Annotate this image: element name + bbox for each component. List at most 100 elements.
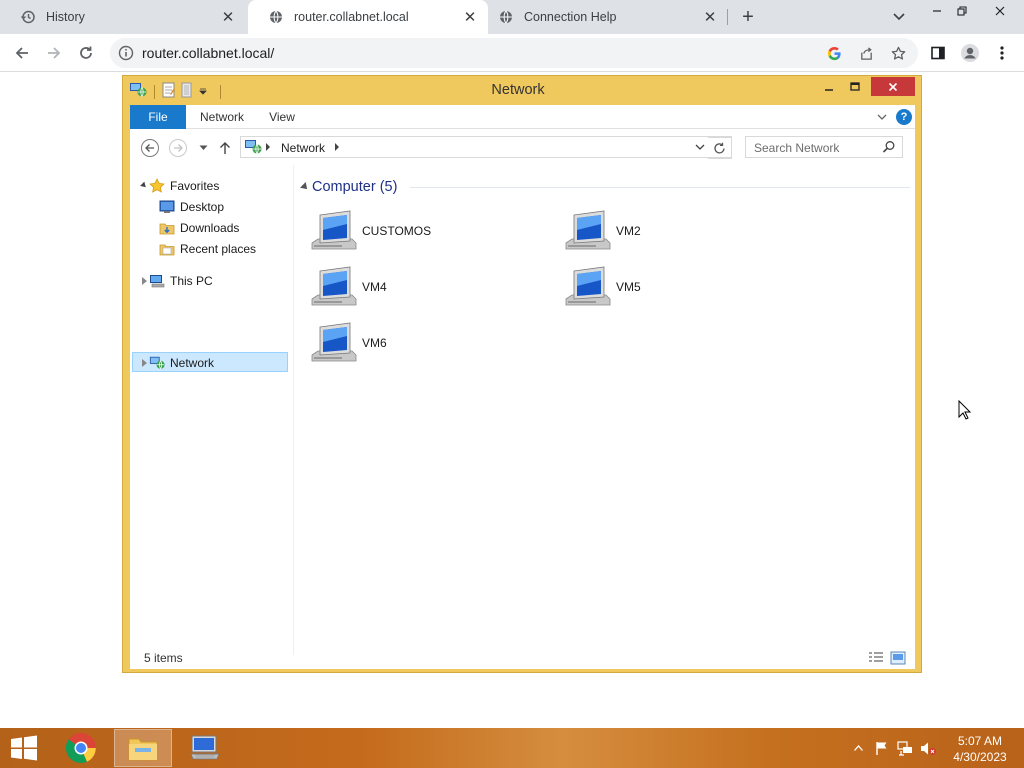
breadcrumb-arrow-icon[interactable] <box>266 143 270 151</box>
system-clock[interactable]: 5:07 AM 4/30/2023 <box>944 733 1016 765</box>
breadcrumb[interactable]: Network <box>281 141 325 155</box>
collapse-group-icon[interactable] <box>300 182 310 192</box>
explorer-search-box[interactable]: Search Network <box>745 136 903 158</box>
computer-icon <box>149 273 165 289</box>
explorer-minimize-button[interactable] <box>819 77 839 97</box>
ribbon-tab-file[interactable]: File <box>130 105 186 129</box>
action-center-flag-icon[interactable] <box>874 740 890 756</box>
clock-time: 5:07 AM <box>957 734 1003 748</box>
tab-search-button[interactable] <box>889 7 909 27</box>
taskbar-file-explorer[interactable] <box>114 729 172 767</box>
explorer-forward-button[interactable] <box>167 137 189 159</box>
tab-history[interactable]: History ✕ <box>0 0 246 34</box>
explorer-title-bar[interactable]: Network <box>123 76 921 104</box>
address-dropdown-icon[interactable] <box>693 140 707 154</box>
side-panel-icon[interactable] <box>926 41 950 65</box>
explorer-maximize-button[interactable] <box>845 77 865 97</box>
group-header[interactable]: Computer (5) <box>312 177 397 197</box>
explorer-address-bar[interactable]: Network <box>240 136 732 158</box>
bookmark-star-icon[interactable] <box>890 45 906 61</box>
show-hidden-icons-icon[interactable] <box>850 740 866 756</box>
tab-close-icon[interactable]: ✕ <box>220 9 236 26</box>
expand-ribbon-icon[interactable] <box>874 109 890 125</box>
expand-arrow-icon[interactable] <box>142 359 147 367</box>
computer-item-vm5[interactable]: VM5 <box>564 264 641 310</box>
address-bar[interactable]: router.collabnet.local/ <box>110 38 918 68</box>
item-count: 5 items <box>144 651 183 665</box>
search-icon[interactable] <box>882 140 896 154</box>
nav-label: Network <box>170 356 215 370</box>
nav-item-favorites[interactable]: Favorites <box>149 176 219 196</box>
explorer-back-button[interactable] <box>139 137 161 159</box>
restore-button[interactable] <box>946 0 978 22</box>
window-title: Network <box>491 82 545 98</box>
share-icon[interactable] <box>858 45 874 61</box>
recent-locations-icon[interactable] <box>192 137 214 159</box>
computer-name: VM4 <box>362 280 387 294</box>
google-icon[interactable] <box>826 45 842 61</box>
expand-arrow-icon[interactable] <box>142 277 147 285</box>
refresh-button[interactable] <box>708 137 732 159</box>
browser-toolbar: router.collabnet.local/ <box>0 34 1024 72</box>
tab-title: router.collabnet.local <box>294 10 409 24</box>
computer-name: VM2 <box>616 224 641 238</box>
volume-muted-icon[interactable] <box>920 740 936 756</box>
details-view-icon[interactable] <box>868 650 884 666</box>
taskbar-chrome[interactable] <box>52 729 110 767</box>
nav-item-this-pc[interactable]: This PC <box>149 271 213 291</box>
browser-tab-strip: History ✕ router.collabnet.local ✕ Conne… <box>0 0 1024 34</box>
ribbon-tab-network[interactable]: Network <box>190 105 254 129</box>
site-info-icon[interactable] <box>118 45 134 61</box>
tab-connection-help[interactable]: Connection Help ✕ <box>488 0 728 34</box>
network-status-icon[interactable] <box>897 740 913 756</box>
start-button[interactable] <box>0 729 48 767</box>
taskbar-remote-desktop[interactable] <box>176 729 234 767</box>
nav-item-downloads[interactable]: Downloads <box>159 218 239 238</box>
computer-item-vm6[interactable]: VM6 <box>310 320 387 366</box>
tab-router[interactable]: router.collabnet.local ✕ <box>248 0 488 34</box>
ribbon-tab-view[interactable]: View <box>260 105 304 129</box>
nav-item-desktop[interactable]: Desktop <box>159 197 224 217</box>
computer-item-vm2[interactable]: VM2 <box>564 208 641 254</box>
recent-places-icon <box>159 241 175 257</box>
profile-avatar[interactable] <box>958 41 982 65</box>
reload-button[interactable] <box>74 41 98 65</box>
windows-logo-icon <box>11 735 37 761</box>
up-button[interactable] <box>214 137 236 159</box>
downloads-folder-icon <box>159 220 175 236</box>
clock-date: 4/30/2023 <box>953 750 1007 764</box>
computer-name: CUSTOMOS <box>362 224 432 238</box>
new-tab-button[interactable]: + <box>737 6 759 28</box>
nav-label: Recent places <box>180 242 257 256</box>
back-button[interactable] <box>10 41 34 65</box>
explorer-close-button[interactable] <box>871 77 915 96</box>
group-divider <box>410 187 910 188</box>
network-icon <box>149 355 165 371</box>
breadcrumb-arrow-icon[interactable] <box>335 143 339 151</box>
folder-icon <box>128 738 158 761</box>
forward-button[interactable] <box>42 41 66 65</box>
nav-item-network[interactable]: Network <box>149 353 214 373</box>
tab-close-icon[interactable]: ✕ <box>462 9 478 26</box>
nav-label: Desktop <box>180 200 225 214</box>
ribbon-tabs: File Network View ? <box>130 105 915 129</box>
nav-item-recent-places[interactable]: Recent places <box>159 239 256 259</box>
nav-label: This PC <box>170 274 213 288</box>
tab-separator <box>727 9 728 25</box>
chrome-menu-icon[interactable] <box>990 41 1014 65</box>
remote-desktop-icon <box>190 735 220 760</box>
expand-arrow-icon[interactable] <box>140 181 148 190</box>
computer-icon <box>565 210 611 250</box>
explorer-navigation-bar: Network Search Network <box>130 130 915 164</box>
large-icons-view-icon[interactable] <box>890 650 906 666</box>
window-close-button[interactable] <box>984 0 1016 22</box>
history-icon <box>20 9 36 25</box>
computer-item-customos[interactable]: CUSTOMOS <box>310 208 431 254</box>
nav-label: Favorites <box>170 179 220 193</box>
computer-icon <box>565 266 611 306</box>
help-icon[interactable]: ? <box>896 109 912 125</box>
tab-close-icon[interactable]: ✕ <box>702 9 718 26</box>
computer-item-vm4[interactable]: VM4 <box>310 264 387 310</box>
content-pane: Computer (5) CUSTOMOS VM2 VM4 VM5 VM6 <box>298 165 913 655</box>
nav-label: Downloads <box>180 221 240 235</box>
